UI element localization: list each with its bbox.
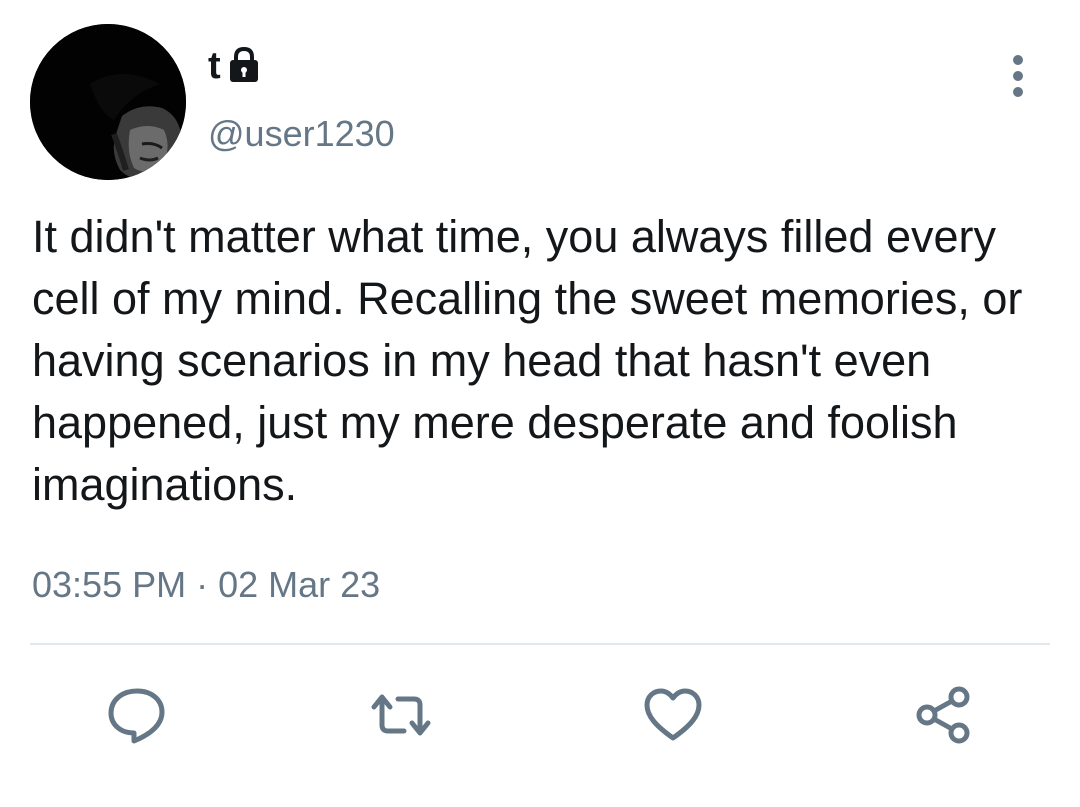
vertical-ellipsis-icon (1013, 55, 1023, 97)
retweet-arrows-icon (371, 694, 431, 736)
reply-button[interactable] (102, 680, 172, 750)
avatar-image (30, 24, 186, 180)
retweet-button[interactable] (366, 680, 436, 750)
lock-icon (227, 46, 261, 86)
tweet-timestamp[interactable]: 03:55 PM · 02 Mar 23 (32, 560, 380, 610)
more-options-button[interactable] (1000, 52, 1036, 100)
share-nodes-icon (916, 686, 970, 744)
tweet-text: It didn't matter what time, you always f… (32, 211, 1023, 510)
share-button[interactable] (908, 680, 978, 750)
avatar[interactable] (30, 24, 186, 180)
user-handle[interactable]: @user1230 (208, 112, 395, 156)
display-name[interactable]: t (208, 44, 261, 88)
divider (30, 643, 1050, 645)
heart-icon (644, 688, 702, 741)
speech-bubble-icon (108, 688, 165, 744)
display-name-text: t (208, 45, 221, 87)
like-button[interactable] (638, 680, 708, 750)
tweet-card: t @user1230 It didn't matter what time, … (0, 0, 1080, 807)
